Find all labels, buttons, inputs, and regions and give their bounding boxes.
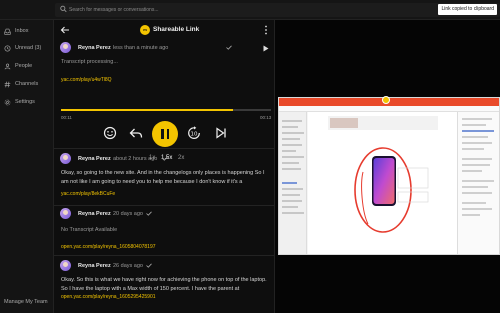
message-time: 26 days ago bbox=[113, 263, 143, 269]
conversation-panel: m Shareable Link Reyna Perez less than a… bbox=[53, 20, 275, 313]
people-icon bbox=[4, 63, 11, 69]
more-options-icon[interactable] bbox=[264, 25, 268, 35]
cursor-indicator bbox=[382, 96, 390, 104]
pause-button[interactable] bbox=[152, 121, 178, 147]
panel-header: m Shareable Link bbox=[54, 20, 274, 40]
search-input[interactable] bbox=[69, 4, 369, 16]
emoji-reaction-icon[interactable] bbox=[103, 124, 117, 142]
play-icon[interactable] bbox=[263, 45, 269, 52]
sender-name: Reyna Perez bbox=[78, 263, 111, 269]
avatar bbox=[60, 153, 71, 164]
check-icon bbox=[146, 211, 152, 216]
brand-badge: m bbox=[140, 25, 150, 35]
transcript-text: Okay, so going to the new site. And in t… bbox=[61, 170, 265, 185]
divider bbox=[54, 205, 274, 206]
sender-name: Reyna Perez bbox=[78, 211, 111, 217]
sidebar-item-label: Inbox bbox=[15, 28, 29, 34]
reply-icon[interactable] bbox=[129, 124, 143, 142]
inbox-icon bbox=[4, 28, 11, 35]
sidebar-item-label: People bbox=[15, 63, 33, 69]
back-arrow-icon[interactable] bbox=[60, 25, 70, 35]
transcript-text: Okay. So this is what we have right now … bbox=[61, 277, 267, 292]
page-title: Shareable Link bbox=[153, 26, 200, 33]
divider bbox=[54, 255, 274, 256]
speed-option-2x[interactable]: 2x bbox=[178, 155, 184, 161]
sidebar-item-channels[interactable]: Channels bbox=[4, 79, 38, 89]
screen-recording-thumbnail[interactable] bbox=[278, 97, 500, 255]
progress-fill bbox=[61, 109, 234, 111]
message-link[interactable]: open.yac.com/play/reyna_1605295425901 bbox=[61, 294, 156, 300]
sidebar-item-unread[interactable]: Unread (3) bbox=[4, 43, 41, 53]
audio-progress-bar[interactable] bbox=[61, 109, 271, 111]
app-window: Link copied to clipboard Inbox Unread (3… bbox=[0, 0, 500, 313]
sidebar-item-inbox[interactable]: Inbox bbox=[4, 26, 28, 36]
transcript-text: No Transcript Available bbox=[61, 227, 118, 233]
avatar bbox=[60, 42, 71, 53]
check-icon bbox=[146, 263, 152, 268]
top-bar: Link copied to clipboard bbox=[0, 0, 500, 20]
sidebar-item-settings[interactable]: Settings bbox=[4, 97, 35, 107]
sidebar-item-label: Settings bbox=[15, 99, 35, 105]
search-icon bbox=[60, 5, 67, 13]
sidebar-item-label: Unread (3) bbox=[15, 45, 42, 51]
gear-icon bbox=[4, 99, 11, 105]
avatar bbox=[60, 208, 71, 219]
sender-name: Reyna Perez bbox=[78, 45, 111, 51]
message-time: 20 days ago bbox=[113, 211, 143, 217]
sender-name: Reyna Perez bbox=[78, 156, 111, 162]
check-icon bbox=[226, 45, 232, 50]
message-link[interactable]: open.yac.com/play/reyna_1605804078197 bbox=[61, 244, 156, 250]
time-total: 00:13 bbox=[260, 115, 272, 120]
sidebar: Inbox Unread (3) People Channels Setting… bbox=[0, 20, 53, 313]
sidebar-item-label: Channels bbox=[15, 81, 39, 87]
phone-mockup-image bbox=[328, 116, 438, 233]
message-link[interactable]: yac.com/play/8ekBCuFe bbox=[61, 191, 115, 197]
transcript-text: Transcript processing... bbox=[61, 59, 118, 65]
message-time: about 2 hours ago bbox=[113, 156, 158, 162]
skip-next-icon[interactable] bbox=[214, 124, 228, 142]
message-time: less than a minute ago bbox=[113, 45, 169, 51]
check-icon bbox=[162, 156, 168, 161]
hash-icon bbox=[4, 81, 11, 87]
avatar bbox=[60, 260, 71, 271]
svg-text:10: 10 bbox=[191, 131, 198, 137]
skip-forward-10-icon[interactable]: 10 bbox=[187, 124, 201, 142]
manage-team-link[interactable]: Manage My Team bbox=[4, 299, 48, 305]
toast-notification: Link copied to clipboard bbox=[438, 4, 497, 15]
video-preview-area bbox=[275, 20, 500, 313]
search-bar[interactable] bbox=[55, 3, 500, 17]
clock-icon bbox=[4, 45, 11, 51]
sidebar-item-people[interactable]: People bbox=[4, 61, 32, 71]
message-link[interactable]: yac.com/play/u4wTl8Q bbox=[61, 77, 112, 83]
time-elapsed: 00:11 bbox=[61, 115, 72, 120]
divider bbox=[54, 148, 274, 149]
